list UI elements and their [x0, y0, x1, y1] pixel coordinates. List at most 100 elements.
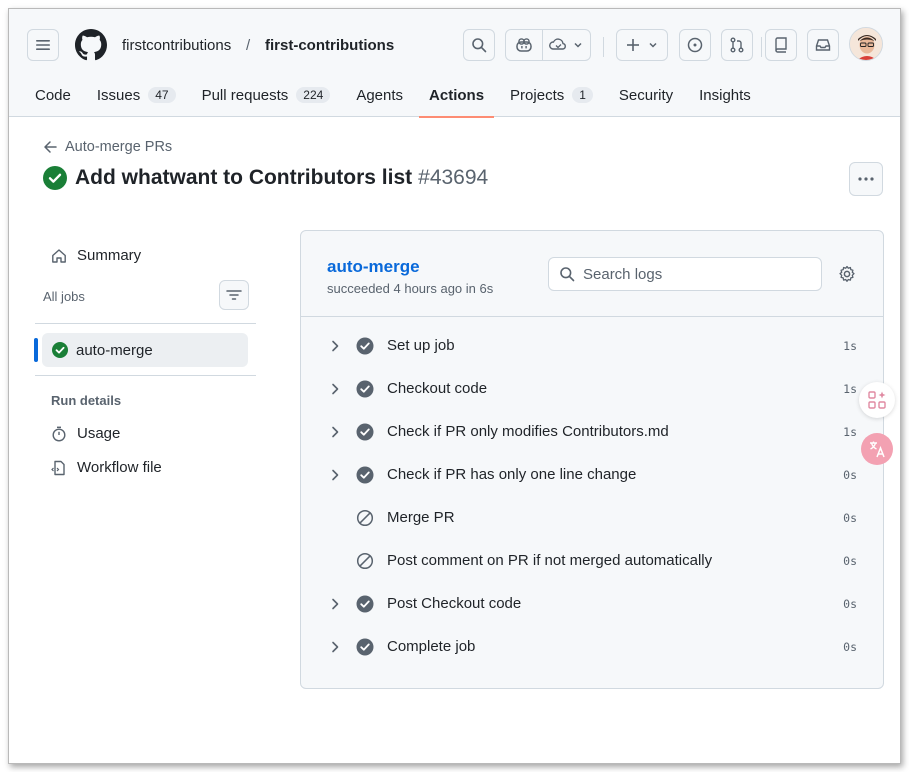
chevron-right-icon[interactable]: [329, 426, 341, 438]
log-settings-button[interactable]: [838, 265, 856, 286]
gear-icon: [839, 265, 855, 282]
sidebar-divider: [35, 375, 256, 376]
breadcrumb-separator: /: [246, 37, 251, 54]
stopwatch-icon: [52, 426, 66, 442]
job-step-row[interactable]: Complete job 0s: [301, 625, 883, 668]
job-log-header: auto-merge succeeded 4 hours ago in 6s: [301, 231, 883, 317]
step-duration: 1s: [843, 381, 857, 396]
back-to-workflow-link[interactable]: Auto-merge PRs: [43, 139, 172, 155]
tab-label: Agents: [356, 86, 404, 104]
search-logs-input[interactable]: [583, 265, 803, 283]
filter-jobs-button[interactable]: [219, 280, 249, 310]
page-title: Add whatwant to Contributors list #43694: [43, 166, 488, 190]
step-label: Merge PR: [387, 509, 455, 526]
menu-button[interactable]: [27, 29, 59, 61]
repositories-button[interactable]: [765, 29, 797, 61]
header-divider: [603, 37, 604, 57]
tab-agents[interactable]: Agents: [346, 73, 413, 117]
sidebar-item-label: auto-merge: [76, 341, 153, 359]
run-number: #43694: [418, 166, 489, 189]
check-circle-icon: [52, 342, 68, 358]
chevron-right-icon[interactable]: [329, 340, 341, 352]
sidebar-item-label: Usage: [77, 425, 121, 442]
sidebar-item-usage[interactable]: Usage: [51, 425, 120, 442]
tab-issues[interactable]: Issues 47: [87, 73, 186, 117]
step-duration: 0s: [843, 596, 857, 611]
sidebar-item-workflow-file[interactable]: Workflow file: [51, 459, 162, 476]
browser-window: firstcontributions / first-contributions: [8, 8, 901, 764]
inbox-icon: [815, 39, 831, 51]
plus-icon: [627, 39, 639, 51]
job-step-row[interactable]: Set up job 1s: [301, 324, 883, 367]
tab-label: Security: [618, 86, 674, 104]
translate-widget-button[interactable]: [861, 433, 893, 465]
issues-button[interactable]: [679, 29, 711, 61]
search-icon: [560, 267, 575, 282]
copilot-icon: [516, 38, 532, 52]
tab-actions[interactable]: Actions: [419, 73, 495, 118]
step-success-icon: [356, 595, 374, 612]
job-step-row[interactable]: Post Checkout code 0s: [301, 582, 883, 625]
run-details-heading: Run details: [51, 393, 122, 408]
back-label: Auto-merge PRs: [65, 139, 173, 155]
tab-projects[interactable]: Projects 1: [500, 73, 603, 117]
tab-pull-requests[interactable]: Pull requests 224: [192, 73, 341, 117]
step-success-icon: [356, 423, 374, 440]
job-name-link[interactable]: auto-merge: [327, 257, 420, 277]
step-label: Complete job: [387, 638, 476, 655]
count-badge: 47: [148, 87, 176, 103]
chevron-right-icon[interactable]: [329, 469, 341, 481]
step-label: Set up job: [387, 337, 455, 354]
step-success-icon: [356, 638, 374, 655]
tab-code[interactable]: Code: [25, 73, 81, 117]
chevron-right-icon[interactable]: [329, 641, 341, 653]
tab-security[interactable]: Security: [609, 73, 683, 117]
apps-widget-button[interactable]: [859, 382, 895, 418]
job-step-row[interactable]: Checkout code 1s: [301, 367, 883, 410]
repo-icon: [775, 37, 787, 53]
pull-request-icon: [730, 37, 744, 53]
step-duration: 0s: [843, 510, 857, 525]
tab-label: Code: [35, 86, 71, 104]
step-success-icon: [356, 466, 374, 483]
job-step-row[interactable]: Check if PR has only one line change 0s: [301, 453, 883, 496]
search-button[interactable]: [463, 29, 495, 61]
github-logo-icon[interactable]: [75, 29, 107, 61]
sidebar-item-summary[interactable]: Summary: [51, 247, 141, 264]
avatar[interactable]: [849, 27, 883, 61]
sidebar-item-job-auto-merge[interactable]: auto-merge: [42, 333, 248, 367]
tab-label: Projects: [510, 86, 565, 104]
tab-label: Pull requests: [201, 86, 289, 104]
kebab-icon: [858, 177, 874, 181]
breadcrumb-repo[interactable]: first-contributions: [265, 37, 394, 54]
sidebar-item-label: Workflow file: [77, 459, 162, 476]
copilot-button-group[interactable]: [505, 29, 591, 61]
breadcrumb-owner[interactable]: firstcontributions: [122, 37, 231, 54]
step-duration: 1s: [843, 338, 857, 353]
selected-indicator: [34, 338, 38, 362]
step-label: Checkout code: [387, 380, 488, 397]
count-badge: 1: [572, 87, 593, 103]
chevron-right-icon[interactable]: [329, 383, 341, 395]
job-step-row[interactable]: Check if PR only modifies Contributors.m…: [301, 410, 883, 453]
step-duration: 0s: [843, 467, 857, 482]
step-duration: 1s: [843, 424, 857, 439]
filter-icon: [226, 290, 242, 300]
job-status-text: succeeded 4 hours ago in 6s: [327, 281, 494, 296]
pull-requests-button[interactable]: [721, 29, 753, 61]
issues-icon: [687, 37, 703, 53]
step-duration: 0s: [843, 639, 857, 654]
step-label: Post comment on PR if not merged automat…: [387, 552, 713, 569]
inbox-button[interactable]: [807, 29, 839, 61]
more-options-button[interactable]: [849, 162, 883, 196]
skipped-icon: [356, 552, 374, 569]
workflow-icon: [51, 460, 65, 475]
apps-grid-icon: [868, 391, 886, 409]
chevron-right-icon[interactable]: [329, 598, 341, 610]
check-circle-icon: [43, 166, 67, 190]
create-new-button[interactable]: [616, 29, 668, 61]
tab-insights[interactable]: Insights: [689, 73, 761, 117]
sidebar-item-label: Summary: [77, 247, 142, 264]
copilot-dropdown-icon: [549, 38, 566, 50]
search-logs-field[interactable]: [548, 257, 822, 291]
